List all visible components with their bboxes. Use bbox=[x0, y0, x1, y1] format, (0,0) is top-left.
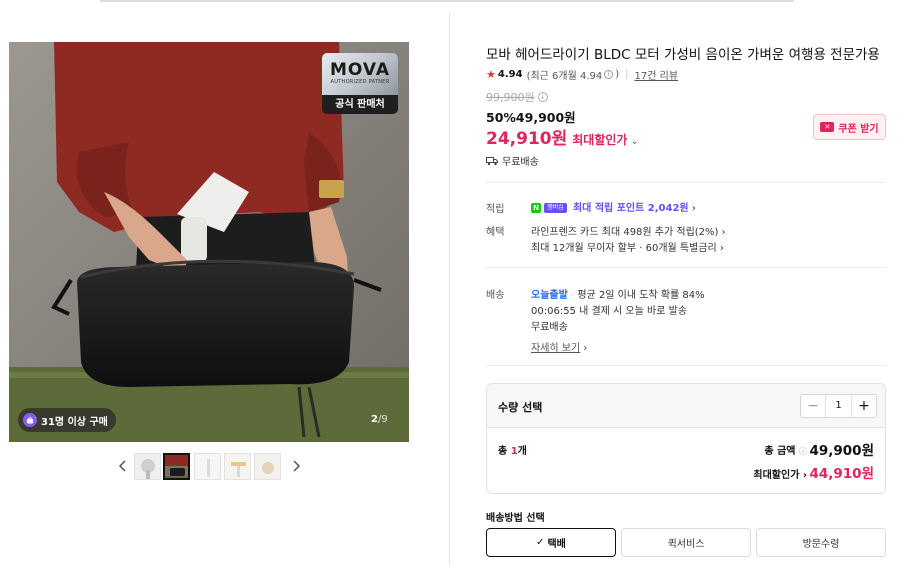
total-amount-label-text: 총 금액 bbox=[764, 446, 796, 457]
thumbnail-4[interactable] bbox=[224, 453, 251, 480]
benefit-installment-text: 최대 12개월 무이자 할부 · 60개월 특별금리 bbox=[531, 243, 717, 254]
countdown-text: 00:06:55 내 결제 시 오늘 바로 발송 bbox=[531, 306, 687, 317]
review-count-link[interactable]: 17건 리뷰 bbox=[635, 67, 679, 82]
buyers-count-text: 31명 이상 구매 bbox=[41, 416, 108, 428]
chevron-right-icon: › bbox=[691, 203, 696, 214]
shipping-option-label: 퀵서비스 bbox=[667, 539, 705, 550]
delivery-arrival-row: 오늘출발 · 평균 2일 이내 도착 확률 84% bbox=[531, 290, 705, 301]
rating-score: 4.94 bbox=[497, 69, 523, 80]
shipping-option-label: 방문수령 bbox=[802, 539, 840, 550]
max-discount-label-text: 최대할인가 bbox=[753, 470, 800, 481]
official-seller-label: 공식 판매처 bbox=[335, 99, 385, 110]
benefit-card-row[interactable]: 라인프렌즈 카드 최대 498원 추가 적립(2%) › bbox=[531, 223, 726, 238]
best-price-value: 24,910원 bbox=[486, 129, 568, 149]
chevron-right-icon: › bbox=[721, 227, 726, 238]
chevron-down-icon: ⌄ bbox=[630, 136, 639, 147]
today-shipping-label: 오늘출발 bbox=[531, 290, 568, 301]
chevron-right-icon: › bbox=[802, 470, 807, 481]
benefits-label: 혜택 bbox=[486, 227, 505, 238]
rating-detail-close: ) bbox=[615, 69, 620, 80]
decrease-button[interactable]: − bbox=[801, 395, 825, 417]
total-count: 총 1개 bbox=[498, 442, 527, 457]
quantity-box: 수량 선택 − 1 + 총 1개 총 금액 ⓘ 49,900원 최대할인가 › … bbox=[486, 383, 886, 494]
info-icon[interactable]: ⓘ bbox=[799, 447, 807, 456]
thumbnail-1[interactable] bbox=[134, 453, 161, 480]
shipping-option-parcel[interactable]: ✓ 택배 bbox=[486, 528, 616, 557]
naver-pay-icon: N bbox=[531, 203, 541, 213]
shipping-option-quick[interactable]: 퀵서비스 bbox=[621, 528, 751, 557]
quantity-stepper[interactable]: − 1 + bbox=[800, 394, 877, 418]
rating-detail: (최근 6개월 4.94 bbox=[526, 71, 603, 82]
quantity-header: 수량 선택 − 1 + bbox=[487, 384, 885, 428]
benefit-card-text: 라인프렌즈 카드 최대 498원 추가 적립(2%) bbox=[531, 227, 719, 238]
coupon-icon: ✕ bbox=[820, 122, 835, 132]
star-icon: ★ bbox=[486, 68, 496, 81]
total-count-prefix: 총 bbox=[498, 446, 511, 457]
thumbnail-5[interactable] bbox=[254, 453, 281, 480]
original-price-value: 99,900원 bbox=[486, 91, 535, 104]
chevron-right-icon: › bbox=[719, 243, 724, 254]
thumbnail-next-button[interactable] bbox=[290, 458, 302, 474]
image-counter: 2/9 bbox=[371, 414, 388, 425]
quantity-value[interactable]: 1 bbox=[825, 395, 852, 417]
info-icon[interactable]: i bbox=[604, 70, 614, 79]
chevron-right-icon bbox=[293, 460, 301, 472]
thumbnail-2-selected[interactable] bbox=[163, 453, 190, 480]
membership-badge: 멤버십 bbox=[544, 203, 567, 213]
delivery-more-text: 자세히 보기 bbox=[531, 343, 581, 354]
points-text: 최대 적립 포인트 2,042원 bbox=[572, 203, 689, 214]
section-divider bbox=[486, 182, 886, 183]
total-amount-label: 총 금액 ⓘ bbox=[764, 442, 807, 457]
arrival-rate-text: 평균 2일 이내 도착 확률 84% bbox=[577, 290, 705, 301]
bag-icon bbox=[23, 413, 37, 427]
column-divider bbox=[449, 12, 450, 565]
total-count-suffix: 개 bbox=[517, 446, 527, 457]
thumbnail-prev-button[interactable] bbox=[117, 458, 129, 474]
product-title: 모바 헤어드라이기 BLDC 모터 가성비 음이온 가벼운 여행용 전문가용 bbox=[486, 47, 880, 63]
quantity-title: 수량 선택 bbox=[498, 401, 543, 414]
top-divider bbox=[100, 0, 794, 2]
increase-button[interactable]: + bbox=[852, 395, 876, 417]
free-shipping-text: 무료배송 bbox=[502, 157, 539, 168]
mova-authorized-badge: MOVA AUTHORIZED PATNER 공식 판매처 bbox=[322, 53, 398, 114]
shipping-method-title: 배송방법 선택 bbox=[486, 513, 545, 524]
points-label: 적립 bbox=[486, 204, 505, 215]
delivery-label: 배송 bbox=[486, 290, 505, 301]
chevron-left-icon bbox=[118, 460, 126, 472]
mova-authorized-text: AUTHORIZED PATNER bbox=[330, 79, 390, 85]
section-divider bbox=[486, 267, 886, 268]
thumbnail-3[interactable] bbox=[194, 453, 221, 480]
checkmark-icon: ✓ bbox=[536, 537, 545, 548]
best-price-label: 최대할인가 bbox=[572, 133, 628, 147]
image-counter-total: /9 bbox=[377, 414, 388, 425]
shipping-option-pickup[interactable]: 방문수령 bbox=[756, 528, 886, 557]
best-price-row[interactable]: 24,910원 최대할인가 ⌄ bbox=[486, 124, 639, 149]
delivery-fee-text: 무료배송 bbox=[531, 322, 568, 333]
delivery-more-link[interactable]: 자세히 보기 › bbox=[531, 339, 587, 354]
total-amount-value: 49,900원 bbox=[809, 443, 874, 459]
section-divider bbox=[486, 365, 886, 366]
max-discount-value: 44,910원 bbox=[809, 466, 874, 482]
original-price: 99,900원 i bbox=[486, 89, 548, 105]
image-counter-current: 2 bbox=[371, 414, 378, 425]
benefit-installment-row[interactable]: 최대 12개월 무이자 할부 · 60개월 특별금리 › bbox=[531, 239, 724, 254]
total-count-number: 1 bbox=[510, 446, 518, 457]
shipping-option-label: 택배 bbox=[547, 539, 566, 550]
points-row[interactable]: N 멤버십 최대 적립 포인트 2,042원 › bbox=[531, 199, 696, 214]
price-info-icon[interactable]: i bbox=[537, 92, 548, 102]
free-shipping-row: 무료배송 bbox=[486, 153, 539, 168]
truck-icon bbox=[486, 156, 498, 165]
rating-separator: | bbox=[625, 69, 629, 80]
rating-row: ★ 4.94 (최근 6개월 4.94 i ) | 17건 리뷰 bbox=[486, 67, 678, 82]
coupon-button[interactable]: ✕ 쿠폰 받기 bbox=[813, 114, 886, 140]
chevron-right-icon: › bbox=[583, 343, 588, 354]
coupon-button-label: 쿠폰 받기 bbox=[838, 123, 879, 135]
max-discount-label[interactable]: 최대할인가 › bbox=[753, 466, 807, 481]
mova-logo: MOVA bbox=[329, 60, 391, 80]
buyers-count-badge: 31명 이상 구매 bbox=[18, 408, 116, 432]
